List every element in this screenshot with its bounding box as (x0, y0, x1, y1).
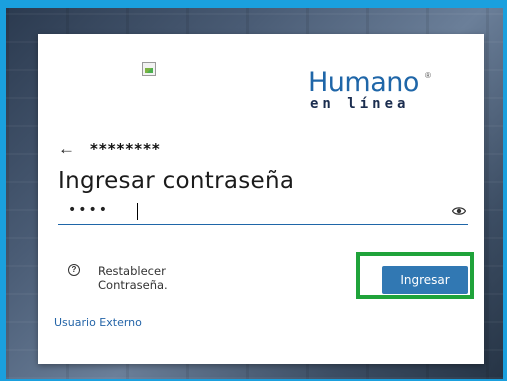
back-row: ← ******** (58, 140, 161, 159)
reset-password-line1: Restablecer (98, 264, 166, 278)
logo-tagline: en línea (310, 96, 410, 112)
login-card: Humano ® en línea ← ******** Ingresar co… (38, 34, 484, 364)
text-caret (137, 203, 138, 220)
page-title: Ingresar contraseña (58, 168, 295, 194)
broken-image-icon (142, 62, 156, 76)
back-arrow-icon[interactable]: ← (58, 140, 80, 158)
humano-logo: Humano ® en línea (308, 68, 448, 116)
reset-password-label: Restablecer Contraseña. (98, 264, 208, 292)
logo-brand: Humano (308, 67, 419, 98)
reset-password-line2: Contraseña. (98, 278, 168, 292)
submit-button[interactable]: Ingresar (382, 266, 468, 294)
password-input[interactable] (58, 198, 448, 222)
help-icon: ? (68, 264, 80, 276)
reset-password-link[interactable]: ? Restablecer Contraseña. (68, 264, 208, 292)
logo-registered-mark: ® (425, 71, 431, 80)
password-field-wrapper (58, 198, 468, 225)
eye-icon[interactable] (452, 206, 466, 216)
masked-username: ******** (90, 140, 161, 158)
external-user-link[interactable]: Usuario Externo (54, 316, 142, 329)
